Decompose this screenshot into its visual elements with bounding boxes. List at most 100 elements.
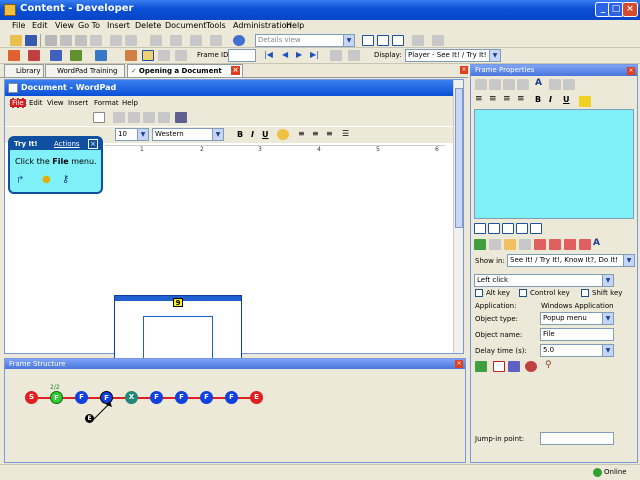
delay-select[interactable]: 5.0 ▼: [540, 344, 614, 357]
node-frame-2[interactable]: F: [75, 391, 88, 404]
edit-icon[interactable]: [125, 50, 137, 61]
view-combo[interactable]: Details view ▼: [255, 34, 355, 47]
menu-insert[interactable]: Insert: [107, 21, 130, 30]
menu-file[interactable]: File: [12, 21, 25, 30]
format-icon[interactable]: [549, 79, 561, 90]
object-icon[interactable]: [475, 361, 487, 372]
display-select[interactable]: Player - See It! / Try It! ▼: [405, 49, 501, 62]
split-vertical-icon[interactable]: [392, 35, 404, 46]
menu-view[interactable]: View: [55, 21, 74, 30]
menu-delete[interactable]: Delete: [135, 21, 161, 30]
menu-edit[interactable]: Edit: [32, 21, 48, 30]
bubble-style-icon[interactable]: [474, 223, 486, 234]
event-select[interactable]: Left click ▼: [474, 274, 614, 287]
preview-icon[interactable]: [348, 50, 360, 61]
tryit-actions-link[interactable]: Actions: [54, 140, 80, 148]
layout-icon[interactable]: [362, 35, 374, 46]
frame-id-input[interactable]: [228, 49, 256, 62]
bullets-icon[interactable]: ☰: [342, 129, 349, 138]
insert-frame-icon[interactable]: [50, 50, 62, 61]
highlight-icon[interactable]: [579, 96, 591, 107]
bubble-border-icon[interactable]: [530, 223, 542, 234]
menu-document[interactable]: Document: [165, 21, 206, 30]
help-icon[interactable]: [233, 35, 245, 46]
tab-wordpad-training[interactable]: WordPad Training: [45, 64, 125, 77]
bubble-pointer-icon[interactable]: [502, 223, 514, 234]
frame-mode-icon[interactable]: [142, 50, 154, 61]
shift-key-checkbox[interactable]: [581, 289, 589, 297]
tab-library[interactable]: Library: [4, 64, 44, 77]
key-icon[interactable]: ⚷: [62, 174, 69, 185]
scroll-thumb[interactable]: [455, 88, 463, 228]
wordpad-menu-format[interactable]: Format: [94, 99, 119, 107]
object-type-select[interactable]: Popup menu ▼: [540, 312, 614, 325]
cut-icon[interactable]: [45, 35, 57, 46]
last-frame-icon[interactable]: ▶|: [310, 50, 319, 59]
list-icon[interactable]: [564, 239, 576, 250]
prev-frame-icon[interactable]: ◀: [282, 50, 288, 59]
export-icon[interactable]: [412, 35, 424, 46]
hint-icon[interactable]: ●: [42, 174, 51, 185]
grid-icon[interactable]: [210, 35, 222, 46]
save-icon[interactable]: [25, 35, 37, 46]
settings-icon[interactable]: [489, 239, 501, 250]
panel-close-icon[interactable]: ×: [627, 67, 635, 75]
underline-button[interactable]: U: [563, 95, 570, 104]
node-frame-6[interactable]: F: [175, 391, 188, 404]
text-icon[interactable]: [579, 239, 591, 250]
rectangle-icon[interactable]: [493, 361, 505, 372]
bubble-text-preview[interactable]: [474, 109, 634, 219]
copy-icon[interactable]: [489, 79, 501, 90]
wordpad-menu-file[interactable]: File: [9, 98, 27, 108]
align-center-icon[interactable]: ≡: [312, 129, 319, 138]
align-left-icon[interactable]: ≡: [475, 94, 483, 104]
copy-icon[interactable]: [60, 35, 72, 46]
bold-button[interactable]: B: [535, 95, 541, 104]
node-frame-5[interactable]: F: [150, 391, 163, 404]
paste-icon[interactable]: [75, 35, 87, 46]
next-frame-icon[interactable]: ▶: [296, 50, 302, 59]
vertical-scrollbar[interactable]: [453, 80, 463, 353]
target-icon[interactable]: [525, 361, 537, 372]
move-icon[interactable]: ⚲: [545, 360, 552, 370]
bubble-type-icon[interactable]: [488, 223, 500, 234]
record-icon[interactable]: [8, 50, 20, 61]
font-icon[interactable]: A: [593, 238, 600, 248]
undo-icon[interactable]: [158, 112, 170, 123]
show-in-select[interactable]: See It! / Try It!, Know It?, Do It! ▼: [507, 254, 635, 267]
jump-in-input[interactable]: [540, 432, 614, 445]
cut-icon[interactable]: [113, 112, 125, 123]
publish-icon[interactable]: [432, 35, 444, 46]
node-frame-1[interactable]: F: [50, 391, 63, 404]
font-size-select[interactable]: 10 ▼: [115, 128, 149, 141]
new-doc-icon[interactable]: [93, 112, 105, 123]
undo-icon[interactable]: [110, 35, 122, 46]
alt-key-checkbox[interactable]: [475, 289, 483, 297]
audio-icon[interactable]: [519, 239, 531, 250]
node-frame-8[interactable]: F: [225, 391, 238, 404]
properties-icon[interactable]: [170, 35, 182, 46]
panel-close-icon[interactable]: ×: [455, 360, 463, 368]
color-icon[interactable]: [277, 129, 289, 140]
node-end[interactable]: E: [250, 391, 263, 404]
pointer-icon[interactable]: [508, 361, 520, 372]
node-frame-7[interactable]: F: [200, 391, 213, 404]
object-name-input[interactable]: File: [540, 328, 614, 341]
screen-icon[interactable]: [158, 50, 170, 61]
align-right-icon[interactable]: ≡: [326, 129, 333, 138]
first-frame-icon[interactable]: |◀: [264, 50, 273, 59]
bubble-color-icon[interactable]: [516, 223, 528, 234]
wordpad-menu-insert[interactable]: Insert: [68, 99, 88, 107]
wordpad-menu-edit[interactable]: Edit: [29, 99, 43, 107]
italic-button[interactable]: I: [251, 130, 254, 139]
tab-close-icon[interactable]: ×: [231, 66, 240, 75]
align-left-icon[interactable]: ≡: [298, 129, 305, 138]
italic-button[interactable]: I: [549, 95, 552, 104]
open-icon[interactable]: [10, 35, 22, 46]
find-icon[interactable]: [150, 35, 162, 46]
tryit-close-icon[interactable]: ×: [88, 139, 98, 149]
split-horizontal-icon[interactable]: [377, 35, 389, 46]
tool-icon[interactable]: [190, 35, 202, 46]
menu-goto[interactable]: Go To: [78, 21, 100, 30]
close-button[interactable]: ×: [622, 2, 638, 17]
